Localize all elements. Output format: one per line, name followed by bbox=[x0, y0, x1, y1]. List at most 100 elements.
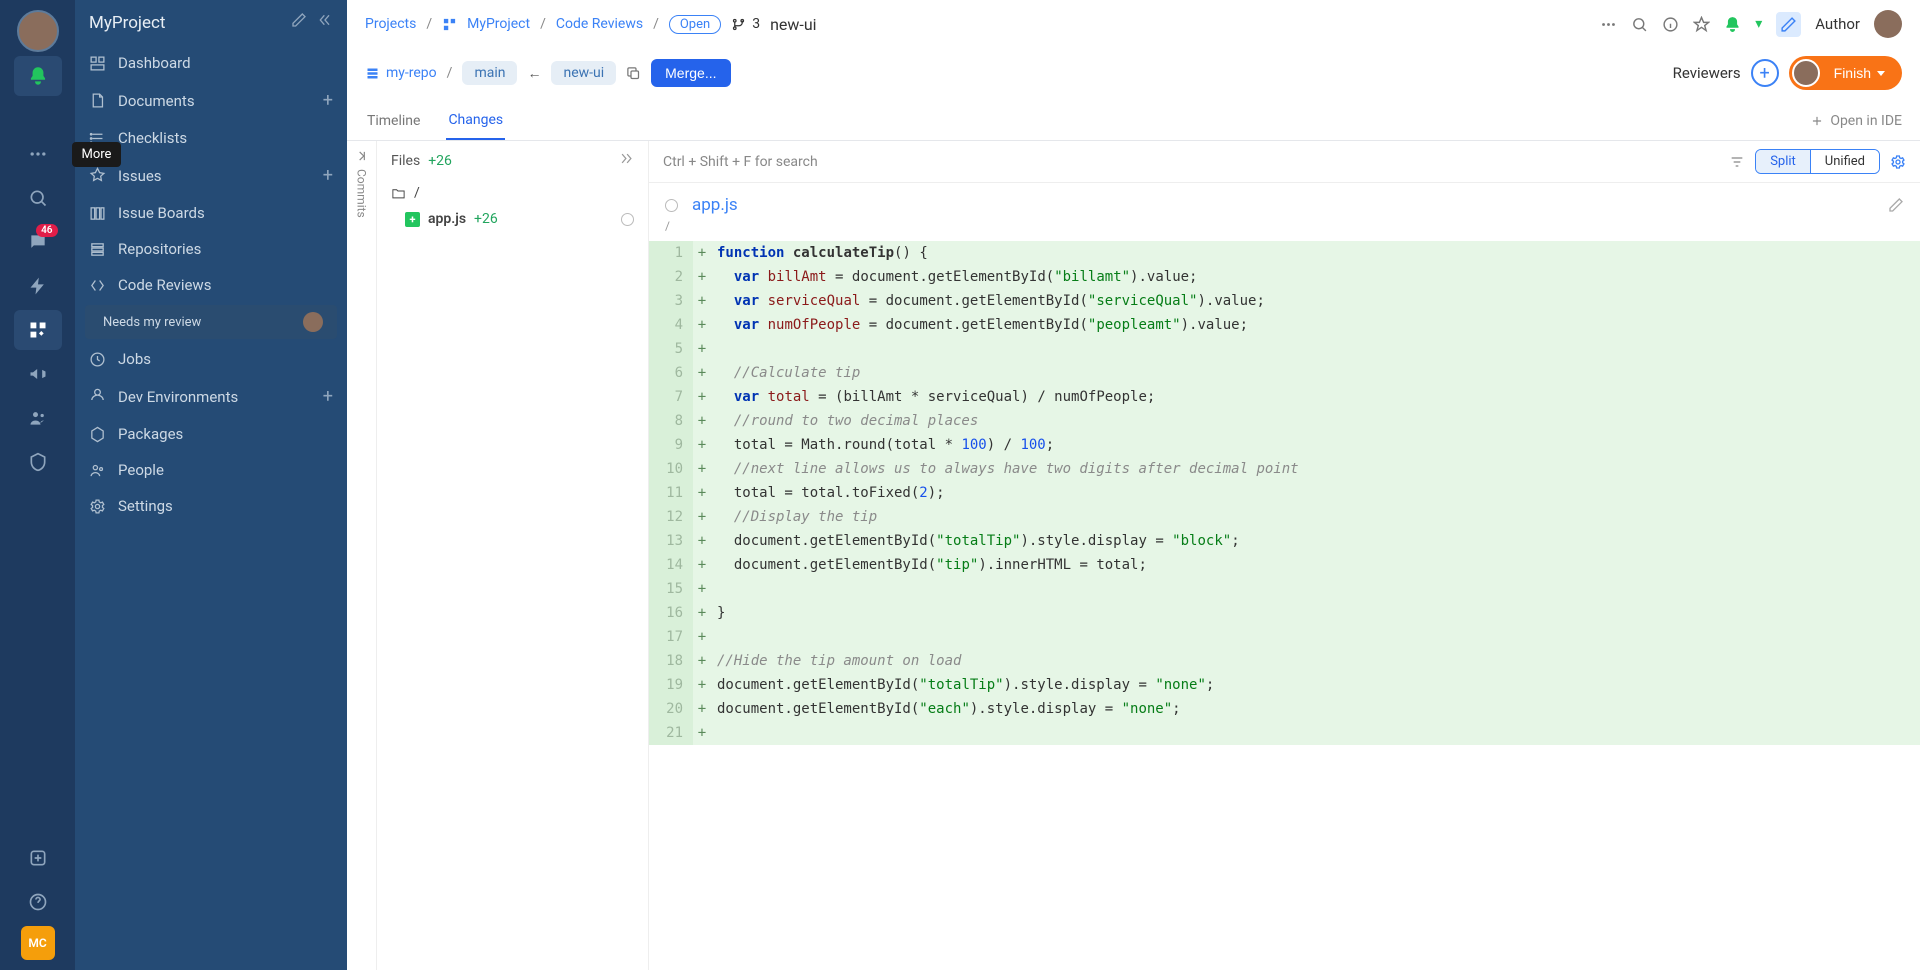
help-button[interactable] bbox=[14, 882, 62, 922]
announce-button[interactable] bbox=[14, 354, 62, 394]
add-icon[interactable]: + bbox=[323, 90, 333, 111]
file-viewed-toggle[interactable] bbox=[621, 213, 634, 226]
status-pill: Open bbox=[669, 15, 721, 34]
sidebar-item-people[interactable]: People bbox=[75, 452, 347, 488]
code-line[interactable]: 2+ var billAmt = document.getElementById… bbox=[649, 265, 1920, 289]
merge-button[interactable]: Merge... bbox=[651, 59, 730, 87]
sidebar-item-repositories[interactable]: Repositories bbox=[75, 231, 347, 267]
projects-button[interactable] bbox=[14, 310, 62, 350]
code-line[interactable]: 12+ //Display the tip bbox=[649, 505, 1920, 529]
activity-bar: More 46 MC bbox=[0, 0, 75, 970]
add-icon[interactable]: + bbox=[323, 386, 333, 407]
tab-timeline[interactable]: Timeline bbox=[365, 103, 422, 139]
code-line[interactable]: 17+ bbox=[649, 625, 1920, 649]
sidebar-item-dashboard[interactable]: Dashboard bbox=[75, 45, 347, 81]
search-icon[interactable] bbox=[1631, 16, 1648, 33]
code-line[interactable]: 20+document.getElementById("each").style… bbox=[649, 697, 1920, 721]
code-line[interactable]: 8+ //round to two decimal places bbox=[649, 409, 1920, 433]
crumb-section[interactable]: Code Reviews bbox=[556, 16, 643, 32]
workspace-avatar[interactable] bbox=[17, 10, 59, 52]
code-line[interactable]: 3+ var serviceQual = document.getElement… bbox=[649, 289, 1920, 313]
add-icon[interactable]: + bbox=[323, 165, 333, 186]
code-line[interactable]: 10+ //next line allows us to always have… bbox=[649, 457, 1920, 481]
view-unified[interactable]: Unified bbox=[1810, 150, 1879, 173]
sidebar-item-issue-boards[interactable]: Issue Boards bbox=[75, 195, 347, 231]
file-title[interactable]: app.js bbox=[692, 195, 738, 215]
team-button[interactable] bbox=[14, 398, 62, 438]
crumb-projects[interactable]: Projects bbox=[365, 16, 416, 32]
info-icon[interactable] bbox=[1662, 16, 1679, 33]
view-split[interactable]: Split bbox=[1756, 150, 1810, 173]
code-line[interactable]: 18+//Hide the tip amount on load bbox=[649, 649, 1920, 673]
star-icon[interactable] bbox=[1693, 16, 1710, 33]
automation-button[interactable] bbox=[14, 266, 62, 306]
repo-link[interactable]: my-repo bbox=[365, 65, 437, 81]
code-line[interactable]: 11+ total = total.toFixed(2); bbox=[649, 481, 1920, 505]
open-in-ide-button[interactable]: Open in IDE bbox=[1810, 113, 1902, 129]
tab-changes[interactable]: Changes bbox=[446, 102, 505, 140]
file-path: / bbox=[649, 219, 1920, 241]
finish-button[interactable]: Finish bbox=[1789, 56, 1902, 90]
more-icon[interactable] bbox=[1600, 16, 1617, 33]
sidebar-item-documents[interactable]: Documents+ bbox=[75, 81, 347, 120]
code-line[interactable]: 16+} bbox=[649, 601, 1920, 625]
subscribe-dropdown-icon[interactable]: ▾ bbox=[1755, 16, 1762, 32]
more-tooltip: More bbox=[72, 142, 122, 167]
project-icon bbox=[442, 17, 457, 32]
file-tree: Files +26 / + app.js +26 bbox=[377, 141, 649, 970]
tree-root[interactable]: / bbox=[377, 180, 648, 206]
code-diff[interactable]: 1+function calculateTip() {2+ var billAm… bbox=[649, 241, 1920, 970]
code-line[interactable]: 5+ bbox=[649, 337, 1920, 361]
code-line[interactable]: 1+function calculateTip() { bbox=[649, 241, 1920, 265]
author-avatar[interactable] bbox=[1874, 10, 1902, 38]
crumb-project[interactable]: MyProject bbox=[467, 16, 530, 32]
reviewers-label: Reviewers bbox=[1673, 64, 1741, 82]
view-toggle: Split Unified bbox=[1755, 149, 1880, 174]
code-line[interactable]: 4+ var numOfPeople = document.getElement… bbox=[649, 313, 1920, 337]
target-branch[interactable]: main bbox=[462, 61, 517, 85]
edit-review-icon[interactable] bbox=[1776, 12, 1801, 37]
more-button[interactable]: More bbox=[14, 134, 62, 174]
edit-file-icon[interactable] bbox=[1888, 197, 1904, 213]
collapse-sidebar-icon[interactable] bbox=[307, 12, 333, 33]
user-badge[interactable]: MC bbox=[21, 926, 55, 960]
code-line[interactable]: 9+ total = Math.round(total * 100) / 100… bbox=[649, 433, 1920, 457]
code-line[interactable]: 14+ document.getElementById("tip").inner… bbox=[649, 553, 1920, 577]
edit-icon[interactable] bbox=[281, 12, 307, 33]
sidebar-item-jobs[interactable]: Jobs bbox=[75, 341, 347, 377]
add-button[interactable] bbox=[14, 838, 62, 878]
sidebar-item-packages[interactable]: Packages bbox=[75, 416, 347, 452]
code-line[interactable]: 15+ bbox=[649, 577, 1920, 601]
add-reviewer-button[interactable]: + bbox=[1751, 59, 1779, 87]
sidebar-item-code-reviews[interactable]: Code Reviews bbox=[75, 267, 347, 303]
tree-file-appjs[interactable]: + app.js +26 bbox=[377, 206, 648, 232]
search-hint[interactable]: Ctrl + Shift + F for search bbox=[663, 154, 1719, 170]
repo-row: my-repo / main ← new-ui Merge... Reviewe… bbox=[347, 48, 1920, 102]
main-panel: Projects / MyProject / Code Reviews / Op… bbox=[347, 0, 1920, 970]
commits-rail[interactable]: Commits bbox=[347, 141, 377, 970]
sidebar-sub-needs-review[interactable]: Needs my review bbox=[85, 305, 337, 339]
code-line[interactable]: 21+ bbox=[649, 721, 1920, 745]
code-line[interactable]: 19+document.getElementById("totalTip").s… bbox=[649, 673, 1920, 697]
added-icon: + bbox=[405, 212, 420, 227]
file-viewed-toggle-header[interactable] bbox=[665, 199, 678, 212]
arrow-icon: ← bbox=[527, 65, 541, 82]
sidebar-item-settings[interactable]: Settings bbox=[75, 488, 347, 524]
copy-icon[interactable] bbox=[626, 66, 641, 81]
source-branch[interactable]: new-ui bbox=[551, 61, 616, 85]
code-line[interactable]: 6+ //Calculate tip bbox=[649, 361, 1920, 385]
filter-icon[interactable] bbox=[1729, 154, 1745, 170]
branch-indicator: 3 bbox=[731, 16, 760, 32]
chat-button[interactable]: 46 bbox=[14, 222, 62, 262]
code-line[interactable]: 13+ document.getElementById("totalTip").… bbox=[649, 529, 1920, 553]
notifications-button[interactable] bbox=[14, 56, 62, 96]
search-button[interactable] bbox=[14, 178, 62, 218]
admin-button[interactable] bbox=[14, 442, 62, 482]
code-line[interactable]: 7+ var total = (billAmt * serviceQual) /… bbox=[649, 385, 1920, 409]
gear-icon[interactable] bbox=[1890, 154, 1906, 170]
subscribe-icon[interactable] bbox=[1724, 16, 1741, 33]
sidebar-item-dev-environments[interactable]: Dev Environments+ bbox=[75, 377, 347, 416]
code-panel: Ctrl + Shift + F for search Split Unifie… bbox=[649, 141, 1920, 970]
author-label: Author bbox=[1815, 15, 1860, 33]
collapse-tree-icon[interactable] bbox=[619, 151, 634, 170]
